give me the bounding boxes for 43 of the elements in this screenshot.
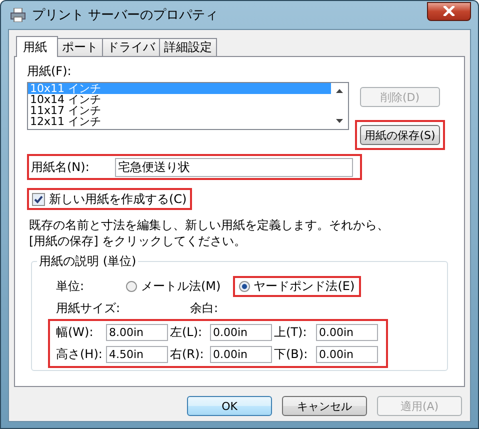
paper-list-label: 用紙(F): [27, 63, 72, 80]
paper-list[interactable]: 10x11 インチ 10x14 インチ 11x17 インチ 12x11 インチ [27, 82, 349, 130]
size-field[interactable]: 8.00in [106, 324, 168, 341]
field-label: 高さ(H): [56, 346, 104, 363]
field-label: 幅(W): [56, 324, 94, 341]
tab[interactable]: ドライバ [102, 38, 160, 56]
paper-name-label: 用紙名(N): [31, 158, 90, 176]
unit-label: 単位: [56, 278, 86, 295]
size-field[interactable]: 0.00in [210, 324, 272, 341]
tab[interactable]: 詳細設定 [159, 38, 217, 56]
margin-label: 余白: [190, 300, 218, 317]
checkbox[interactable] [32, 192, 45, 206]
checkbox-label: 新しい用紙を作成する(C) [49, 190, 187, 208]
field-label: 右(R): [170, 346, 205, 363]
field-label: 左(L): [170, 324, 204, 341]
radio-label: ヤードポンド法(E) [254, 278, 355, 295]
size-field[interactable]: 4.50in [106, 346, 168, 363]
field-label: 下(B): [274, 346, 309, 363]
scroll-up-icon [336, 89, 343, 93]
close-button[interactable] [427, 2, 471, 20]
radio-button[interactable] [238, 281, 250, 292]
window-title: プリント サーバーのプロパティ [32, 7, 220, 24]
paper-name-field[interactable]: 宅急便送り状 [115, 158, 353, 176]
description-text: 既存の名前と寸法を編集し、新しい用紙を定義します。それから、 [用紙の保存] をクリックしてください。 [29, 217, 390, 249]
tab[interactable]: ポート [57, 38, 103, 56]
list-item[interactable]: 11x17 インチ [28, 105, 331, 116]
group-title: 用紙の説明 (単位) [37, 253, 138, 270]
size-field[interactable]: 0.00in [210, 346, 272, 363]
radio-button[interactable] [126, 281, 137, 292]
size-field[interactable]: 0.00in [316, 346, 378, 363]
paper-size-label: 用紙サイズ: [56, 300, 122, 317]
printer-icon [10, 8, 26, 22]
radio-label: メートル法(M) [141, 278, 221, 295]
scroll-down-icon [336, 119, 343, 123]
list-item[interactable]: 10x14 インチ [28, 94, 331, 105]
tab[interactable]: 用紙 [16, 36, 58, 57]
field-label: 上(T): [274, 324, 308, 341]
list-item[interactable]: 12x11 インチ [28, 116, 331, 127]
close-icon [443, 6, 455, 16]
size-field[interactable]: 0.00in [316, 324, 378, 341]
dialog-button[interactable]: キャンセル [282, 396, 367, 416]
save-paper-button[interactable]: 用紙の保存(S) [360, 125, 440, 145]
dialog-button[interactable]: OK [187, 396, 272, 416]
